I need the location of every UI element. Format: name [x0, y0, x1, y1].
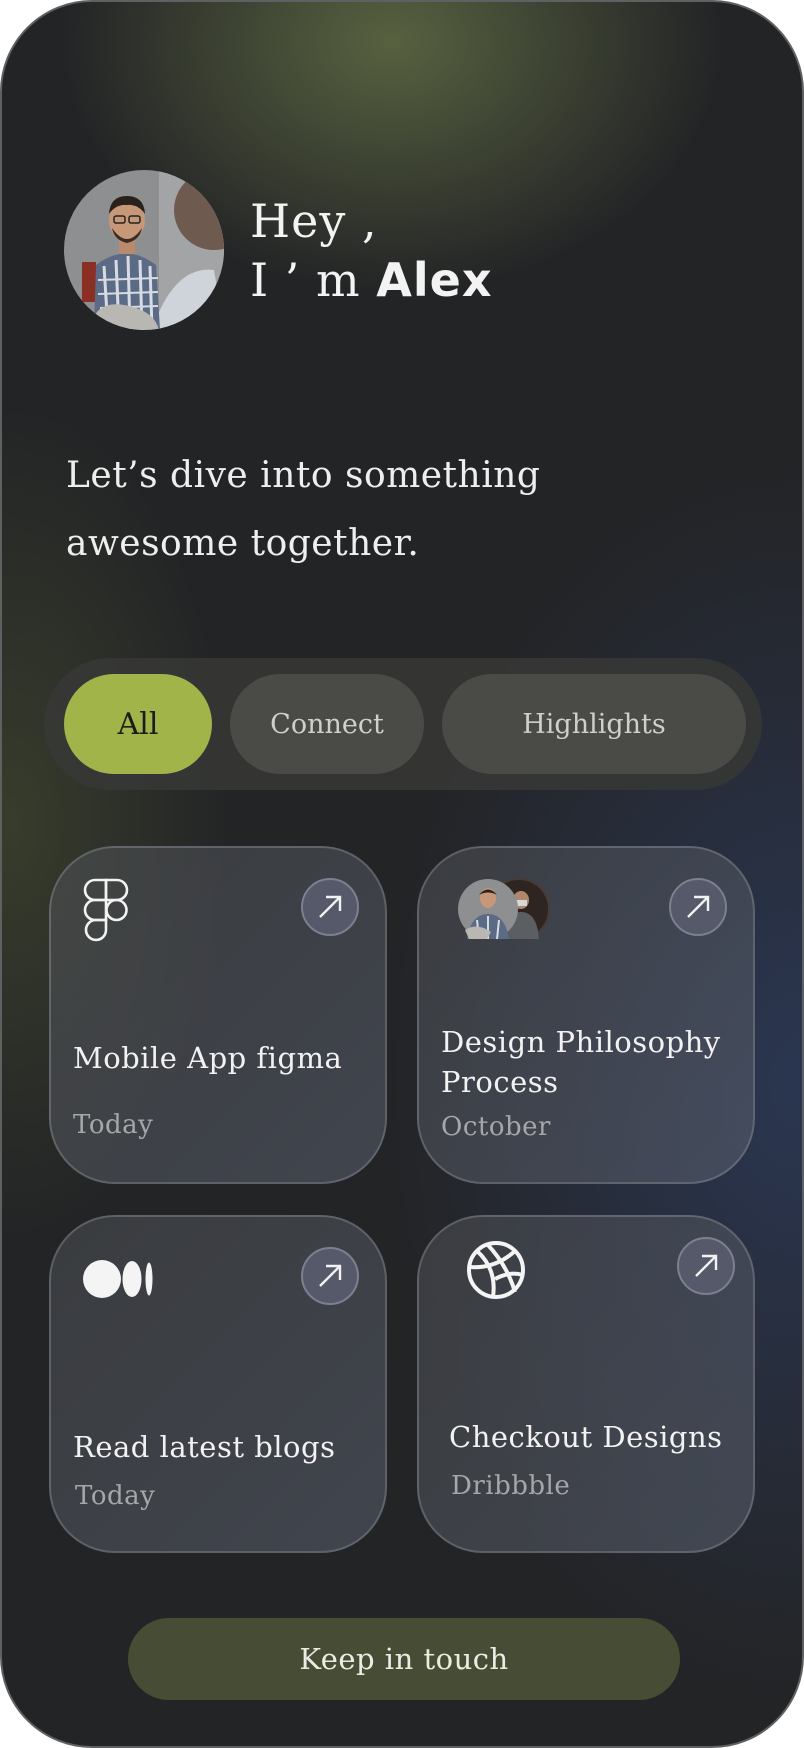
arrow-up-right-icon	[319, 895, 342, 918]
greeting-prefix: I ’ m	[250, 253, 361, 307]
card-checkout-designs[interactable]: Checkout Designs Dribbble	[417, 1215, 755, 1553]
arrow-up-right-icon	[319, 1264, 342, 1287]
dribbble-icon	[465, 1239, 527, 1305]
tab-highlights[interactable]: Highlights	[442, 674, 746, 774]
open-arrow-button[interactable]	[301, 1247, 359, 1305]
card-subtitle: Today	[75, 1481, 156, 1511]
open-arrow-button[interactable]	[301, 878, 359, 936]
open-arrow-button[interactable]	[677, 1237, 735, 1295]
arrow-up-right-icon	[687, 895, 710, 918]
open-arrow-button[interactable]	[669, 878, 727, 936]
card-design-philosophy[interactable]: Design Philosophy Process October	[417, 846, 755, 1184]
card-title: Design Philosophy Process	[441, 1025, 721, 1099]
figma-icon	[83, 878, 129, 948]
card-subtitle: Today	[73, 1110, 154, 1140]
greeting-line2: I ’ m Alex	[250, 251, 493, 310]
keep-in-touch-button[interactable]: Keep in touch	[128, 1618, 680, 1700]
tagline: Let’s dive into something awesome togeth…	[66, 455, 541, 564]
greeting-line1: Hey ,	[250, 194, 378, 248]
tab-connect[interactable]: Connect	[230, 674, 424, 774]
phone-frame: Hey , I ’ m Alex Let’s dive into somethi…	[0, 0, 804, 1748]
card-subtitle: Dribbble	[451, 1471, 571, 1501]
medium-icon	[83, 1259, 153, 1303]
card-read-latest-blogs[interactable]: Read latest blogs Today	[49, 1215, 387, 1553]
card-title: Mobile App figma	[73, 1041, 343, 1075]
filter-tabs: All Connect Highlights	[44, 658, 762, 790]
card-title: Read latest blogs	[73, 1430, 336, 1464]
profile-avatar	[64, 170, 224, 330]
card-title: Checkout Designs	[449, 1420, 723, 1454]
card-mobile-app-figma[interactable]: Mobile App figma Today	[49, 846, 387, 1184]
greeting: Hey , I ’ m Alex	[250, 192, 493, 310]
tab-all[interactable]: All	[64, 674, 212, 774]
profile-name: Alex	[376, 253, 493, 307]
people-avatars	[457, 878, 553, 944]
card-subtitle: October	[441, 1112, 551, 1142]
arrow-up-right-icon	[695, 1254, 718, 1277]
